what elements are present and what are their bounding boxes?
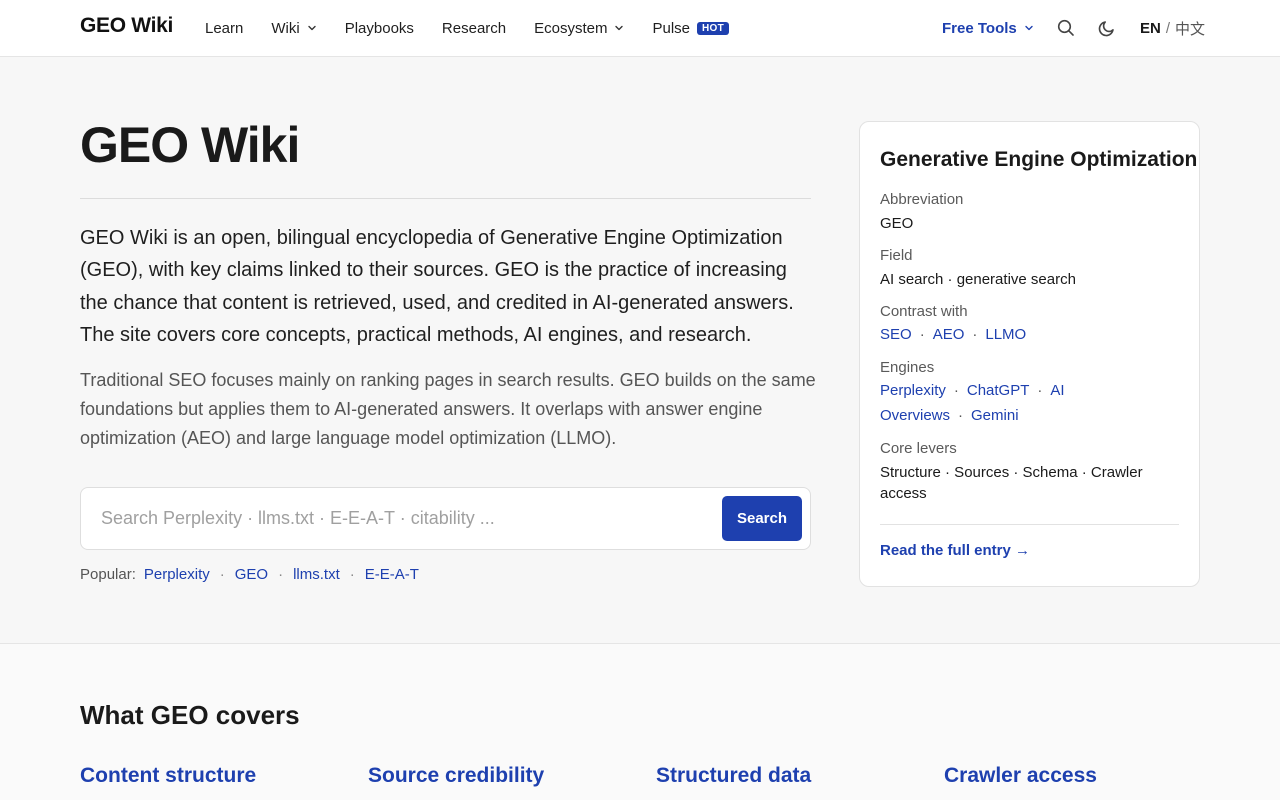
lang-en[interactable]: EN	[1140, 20, 1161, 37]
separator-dot: ·	[958, 407, 964, 424]
popular-link-perplexity[interactable]: Perplexity	[144, 566, 210, 583]
popular-label: Popular:	[80, 566, 136, 583]
separator-dot: ·	[278, 566, 284, 583]
chevron-down-icon	[1025, 25, 1033, 31]
popular-link-llms-txt[interactable]: llms.txt	[293, 566, 340, 583]
infobox-card: Generative Engine Optimization Abbreviat…	[859, 121, 1200, 587]
lang-separator: /	[1165, 19, 1171, 37]
moon-icon[interactable]	[1097, 18, 1117, 38]
nav-label: Playbooks	[344, 19, 414, 37]
nav-label: Pulse	[652, 19, 691, 37]
separator-dot: ·	[1037, 382, 1043, 399]
secondary-paragraph: Traditional SEO focuses mainly on rankin…	[80, 370, 816, 448]
engines-label: Engines	[880, 359, 935, 376]
engine-link-chatgpt[interactable]: ChatGPT	[967, 382, 1030, 399]
nav-item-learn[interactable]: Learn	[205, 20, 243, 37]
separator-dot: ·	[219, 566, 225, 583]
nav-item-pulse[interactable]: Pulse HOT	[652, 19, 730, 37]
search-button[interactable]: Search	[722, 496, 802, 541]
search-icon[interactable]	[1056, 18, 1076, 38]
nav-label: Ecosystem	[534, 19, 608, 37]
nav-item-research[interactable]: Research	[442, 20, 506, 37]
page-title: GEO Wiki	[80, 117, 300, 173]
read-full-entry-link[interactable]: Read the full entry →	[880, 542, 1030, 559]
separator-dot: ·	[972, 326, 978, 343]
cover-link-structured-data[interactable]: Structured data	[656, 764, 811, 788]
field-value: AI search · generative search	[880, 271, 1076, 288]
popular-link-geo[interactable]: GEO	[235, 566, 268, 583]
field-label: Field	[880, 247, 913, 264]
contrast-label: Contrast with	[880, 303, 968, 320]
nav-label: Research	[441, 19, 507, 37]
chevron-down-icon	[308, 25, 316, 31]
abbreviation-label: Abbreviation	[880, 191, 964, 208]
free-tools-menu[interactable]: Free Tools	[942, 0, 1034, 56]
cover-link-crawler-access[interactable]: Crawler access	[944, 764, 1097, 788]
divider	[80, 198, 811, 199]
main-nav: Learn Wiki Playbooks Research Ecosystem …	[205, 0, 757, 56]
separator-dot: ·	[349, 566, 355, 583]
nav-item-ecosystem[interactable]: Ecosystem	[534, 20, 624, 37]
popular-link-eeat[interactable]: E-E-A-T	[365, 566, 419, 583]
core-levers-label: Core levers	[880, 440, 957, 457]
abbreviation-value: GEO	[880, 215, 914, 232]
nav-item-playbooks[interactable]: Playbooks	[345, 20, 414, 37]
infobox-title: Generative Engine Optimization	[880, 148, 1198, 171]
search-bar: Search	[80, 487, 811, 550]
cover-link-source-credibility[interactable]: Source credibility	[368, 764, 544, 788]
nav-label: Wiki	[271, 19, 300, 37]
search-input[interactable]	[81, 488, 711, 549]
free-tools-label: Free Tools	[942, 19, 1017, 37]
engines-links: Perplexity · ChatGPT · AI Overviews · Gemini	[880, 378, 1180, 428]
separator-dot: ·	[919, 326, 925, 343]
contrast-links: SEO · AEO · LLMO	[880, 322, 1180, 347]
intro-paragraph: GEO Wiki is an open, bilingual encyclope…	[80, 227, 794, 346]
nav-item-wiki[interactable]: Wiki	[271, 20, 316, 37]
language-switcher: EN / 中文	[1140, 0, 1205, 56]
top-navigation-bar: GEO Wiki Learn Wiki Playbooks Research E…	[0, 0, 1280, 57]
site-logo[interactable]: GEO Wiki	[80, 14, 173, 38]
core-levers-value: Structure · Sources · Schema · Crawler a…	[880, 464, 1143, 502]
separator-dot: ·	[953, 382, 959, 399]
cover-link-content-structure[interactable]: Content structure	[80, 764, 256, 788]
contrast-link-llmo[interactable]: LLMO	[985, 326, 1026, 343]
contrast-link-aeo[interactable]: AEO	[933, 326, 965, 343]
covers-section: What GEO covers Content structure Source…	[0, 643, 1280, 800]
section-title: What GEO covers	[80, 700, 300, 730]
nav-label: Learn	[205, 19, 244, 37]
chevron-down-icon	[615, 25, 624, 31]
popular-searches: Popular: Perplexity · GEO · llms.txt · E…	[80, 566, 419, 583]
hot-badge: HOT	[697, 21, 730, 35]
engine-link-perplexity[interactable]: Perplexity	[880, 382, 946, 399]
divider	[880, 524, 1179, 525]
contrast-link-seo[interactable]: SEO	[880, 326, 912, 343]
engine-link-gemini[interactable]: Gemini	[971, 407, 1019, 424]
lang-zh[interactable]: 中文	[1175, 18, 1205, 39]
